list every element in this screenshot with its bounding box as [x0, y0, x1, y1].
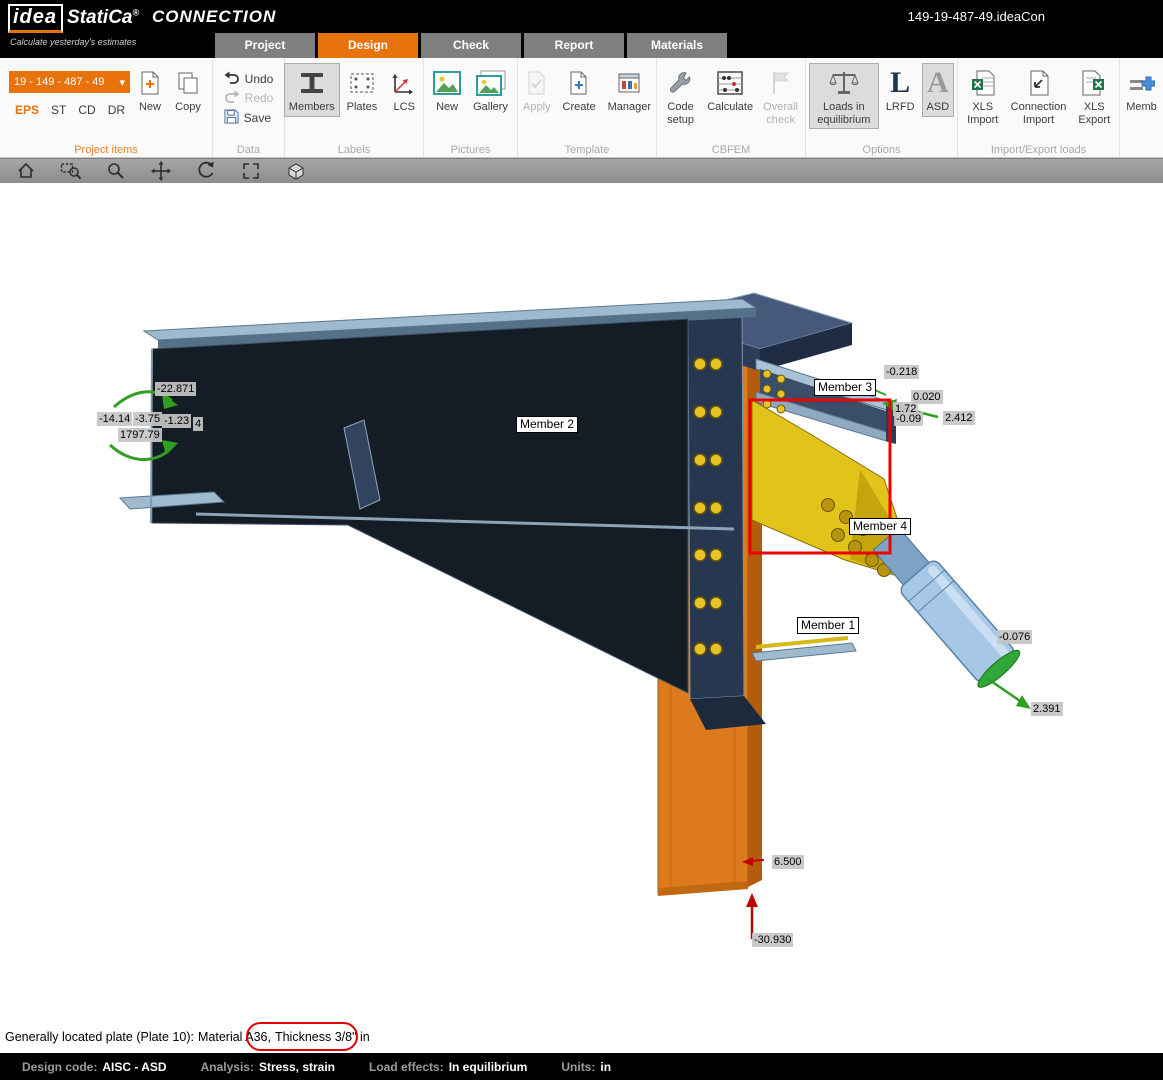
member-label: Member 2: [516, 416, 578, 433]
value-label: 1797.79: [118, 428, 162, 442]
value-label: 6.500: [772, 855, 804, 869]
value-label: -14.14: [97, 412, 132, 426]
value-label: -3.75: [133, 412, 162, 426]
member-label: Member 3: [814, 379, 876, 396]
scene-label-layer: Member 1 Member 2 Member 3 Member 4 -22.…: [0, 0, 1163, 1080]
value-label: -0.09: [894, 412, 923, 426]
value-label: 2.391: [1031, 702, 1063, 716]
member-label: Member 4: [849, 518, 911, 535]
idea-statica-connection-window: ideaStatiCa® Calculate yesterday's estim…: [0, 0, 1163, 1080]
value-label: 4: [193, 417, 203, 431]
value-label: -1.23: [162, 414, 191, 428]
analysis-status: Analysis:Stress, strain: [201, 1060, 335, 1074]
plate-status-prefix: Generally located plate (Plate 10):: [5, 1030, 194, 1044]
design-code-status: Design code:AISC - ASD: [22, 1060, 167, 1074]
value-label: -22.871: [155, 382, 196, 396]
units-status: Units:in: [561, 1060, 611, 1074]
value-label: -0.218: [884, 365, 919, 379]
value-label: 2.412: [943, 411, 975, 425]
value-label: -30.930: [752, 933, 793, 947]
load-effects-status: Load effects:In equilibrium: [369, 1060, 527, 1074]
status-bar: Design code:AISC - ASD Analysis:Stress, …: [0, 1053, 1163, 1080]
thickness-highlight-outline: [246, 1022, 358, 1051]
value-label: -0.076: [997, 630, 1032, 644]
member-label: Member 1: [797, 617, 859, 634]
